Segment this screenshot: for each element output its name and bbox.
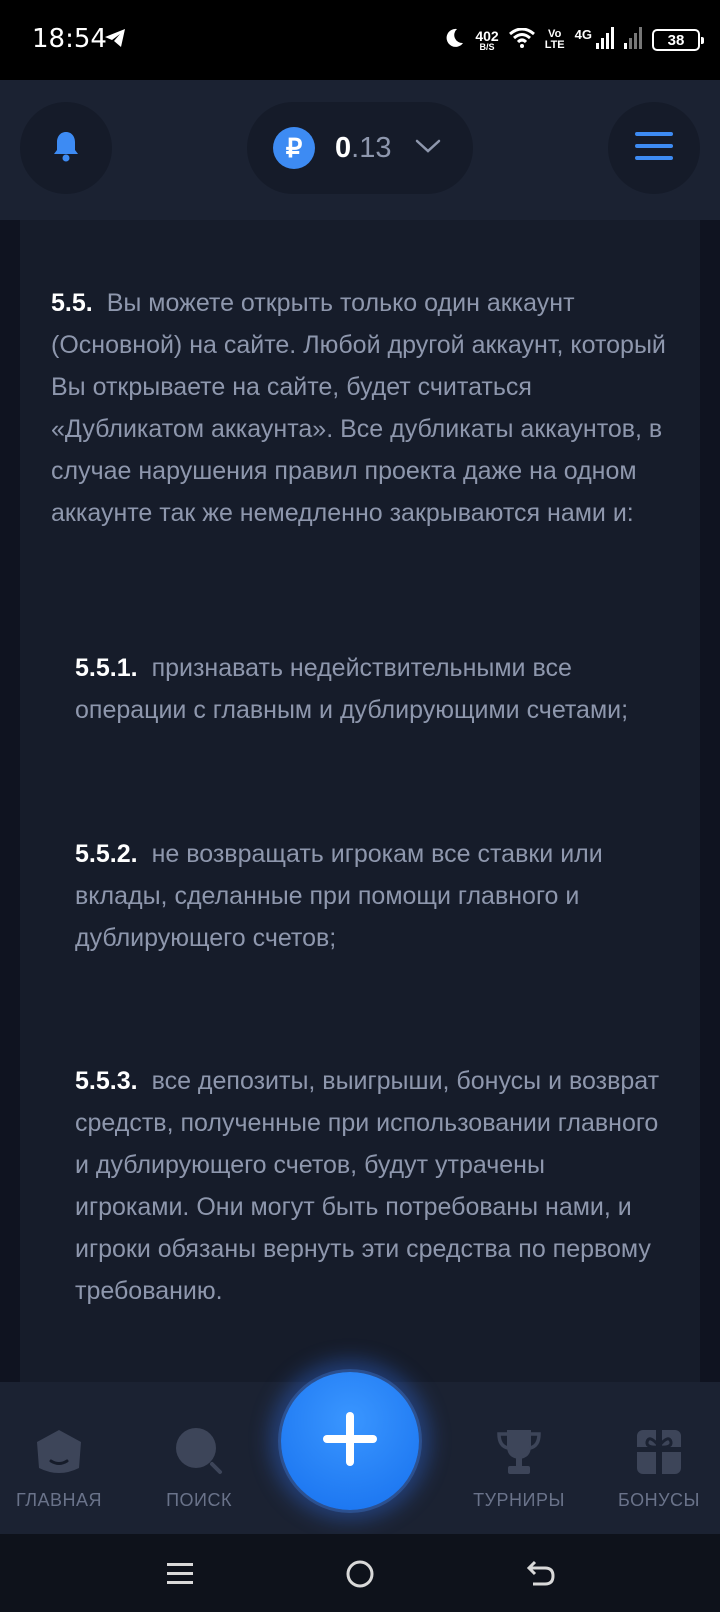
rules-card: 5.5. Вы можете открыть только один аккаун… <box>20 220 700 1382</box>
nav-bonuses-label: БОНУСЫ <box>618 1490 700 1510</box>
rule-number: 5.5.2. <box>75 840 138 868</box>
rule-number: 5.5.1. <box>75 654 138 682</box>
rule-5-5-1: 5.5.1. признавать недействительными все о… <box>75 647 665 731</box>
rule-text: все депозиты, выигрыши, бонусы и возврат… <box>75 1067 660 1305</box>
notifications-button[interactable] <box>20 102 112 194</box>
network-type: 4G <box>574 26 592 42</box>
nav-search[interactable]: ПОИСК <box>134 1422 264 1511</box>
status-bar: 18:54 402 B/S Vo LTE 4G 38 <box>0 0 720 80</box>
menu-button[interactable] <box>608 102 700 194</box>
nav-search-label: ПОИСК <box>166 1490 232 1510</box>
nav-home[interactable]: ГЛАВНАЯ <box>0 1422 124 1511</box>
nav-tournaments-label: ТУРНИРЫ <box>473 1490 565 1510</box>
system-nav-bar <box>0 1534 720 1612</box>
menu-icon <box>634 130 674 167</box>
signal-weak-icon <box>624 26 642 54</box>
app-header: ₽ 0.13 <box>0 80 720 220</box>
wifi-icon <box>508 27 535 53</box>
rule-number: 5.5.3. <box>75 1067 138 1095</box>
recents-icon[interactable] <box>160 1554 200 1594</box>
signal-icon <box>596 26 614 54</box>
rule-5-5: 5.5. Вы можете открыть только один аккаун… <box>51 282 671 534</box>
rule-5-5-2: 5.5.2. не возвращать игрокам все ставки и… <box>75 833 665 959</box>
rule-text: не возвращать игрокам все ставки или вкл… <box>75 840 603 952</box>
home-circle-icon[interactable] <box>340 1554 380 1594</box>
rule-5-5-3: 5.5.3. все депозиты, выигрыши, бонусы и в… <box>75 1060 665 1312</box>
rule-text: Вы можете открыть только один аккаунт (О… <box>51 289 666 527</box>
nav-home-label: ГЛАВНАЯ <box>15 1490 103 1510</box>
bell-icon <box>51 130 81 167</box>
battery-icon: 38 <box>652 29 704 51</box>
telegram-icon <box>104 28 126 53</box>
rule-text: признавать недействительными все операци… <box>75 654 629 724</box>
balance-fraction: .13 <box>351 131 392 164</box>
deposit-fab-button[interactable] <box>281 1372 419 1510</box>
nav-bonuses[interactable]: БОНУСЫ <box>594 1422 720 1511</box>
status-time: 18:54 <box>32 24 107 54</box>
trophy-icon <box>454 1422 584 1476</box>
net-speed: 402 B/S <box>475 27 499 52</box>
balance-amount: 0 <box>335 131 352 164</box>
chevron-down-icon <box>415 138 441 159</box>
search-icon <box>134 1422 264 1476</box>
ruble-icon: ₽ <box>273 127 315 169</box>
balance-selector[interactable]: ₽ 0.13 <box>247 102 473 194</box>
volte-indicator: Vo LTE <box>544 28 565 51</box>
moon-icon <box>443 27 465 54</box>
nav-tournaments[interactable]: ТУРНИРЫ <box>454 1422 584 1511</box>
plus-icon <box>321 1410 379 1473</box>
home-icon <box>0 1422 124 1476</box>
rule-number: 5.5. <box>51 289 93 317</box>
gift-icon <box>594 1422 720 1476</box>
back-icon[interactable] <box>520 1554 560 1594</box>
